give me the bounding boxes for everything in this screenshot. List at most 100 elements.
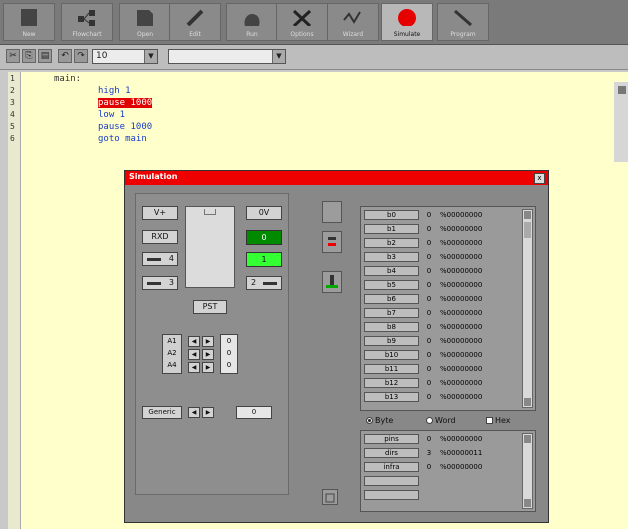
scroll-down-icon[interactable] <box>524 499 531 507</box>
options-button[interactable]: Options <box>276 3 328 41</box>
word-radio[interactable]: Word <box>426 416 456 425</box>
table-row[interactable]: b9 0 %00000000 <box>364 336 529 346</box>
hex-checkbox[interactable]: Hex <box>486 416 511 425</box>
table-row[interactable] <box>364 490 529 500</box>
copy-icon[interactable]: ⎘ <box>22 49 36 63</box>
paste-icon[interactable]: ▤ <box>38 49 52 63</box>
v-plus-button[interactable]: V+ <box>142 206 178 220</box>
main-toolbar: New Flowchart Open Edit Run Options Wiza… <box>0 0 628 45</box>
flowchart-icon <box>78 10 95 26</box>
scroll-up-icon[interactable] <box>524 211 531 219</box>
document-icon <box>137 10 153 26</box>
pin-3-button[interactable]: 3 <box>142 276 178 290</box>
pencil-icon <box>186 9 204 26</box>
special-register-scrollbar[interactable] <box>522 433 533 509</box>
table-row[interactable]: b4 0 %00000000 <box>364 266 529 276</box>
line-number: 6 <box>10 134 15 143</box>
reset-button[interactable] <box>322 231 342 253</box>
combo-select[interactable]: ▼ <box>168 49 286 64</box>
table-row[interactable]: b10 0 %00000000 <box>364 350 529 360</box>
radio-icon <box>426 417 433 424</box>
checkbox-icon <box>486 417 493 424</box>
table-row[interactable]: b1 0 %00000000 <box>364 224 529 234</box>
switch-icon <box>147 282 161 285</box>
analog-values: 0 0 0 <box>220 334 238 374</box>
wizard-button[interactable]: Wizard <box>327 3 379 41</box>
scroll-up-icon[interactable] <box>618 86 626 94</box>
simulate-button[interactable]: Simulate <box>381 3 433 41</box>
analog-value: 0 <box>226 337 232 345</box>
output-0-led[interactable]: 0 <box>246 230 282 245</box>
switch-icon <box>263 282 277 285</box>
close-icon[interactable]: x <box>534 173 545 184</box>
tools-icon <box>292 9 312 26</box>
a4-increase-icon[interactable]: ▶ <box>202 362 214 373</box>
table-row[interactable]: b8 0 %00000000 <box>364 322 529 332</box>
table-row[interactable]: dirs 3 %00000011 <box>364 448 529 458</box>
a2-decrease-icon[interactable]: ◀ <box>188 349 200 360</box>
line-number: 5 <box>10 122 15 131</box>
output-1-led[interactable]: 1 <box>246 252 282 267</box>
code-line: low 1 <box>98 110 126 120</box>
run-button[interactable]: Run <box>226 3 278 41</box>
open-button[interactable]: Open <box>119 3 171 41</box>
byte-radio[interactable]: Byte <box>366 416 393 425</box>
code-line: high 1 <box>98 86 131 96</box>
simulation-title-bar[interactable]: Simulation x <box>125 171 548 185</box>
chevron-down-icon[interactable]: ▼ <box>144 50 157 63</box>
register-grid: b0 0 %00000000 b1 0 %00000000 b2 0 %00000000 b… <box>360 206 536 411</box>
line-number: 2 <box>10 86 15 95</box>
scroll-down-icon[interactable] <box>524 398 531 406</box>
generic-decrease-icon[interactable]: ◀ <box>188 407 200 418</box>
table-row[interactable]: b7 0 %00000000 <box>364 308 529 318</box>
a4-decrease-icon[interactable]: ◀ <box>188 362 200 373</box>
analog-value: 0 <box>226 349 232 357</box>
chevron-down-icon[interactable]: ▼ <box>272 50 285 63</box>
table-row[interactable]: pins 0 %00000000 <box>364 434 529 444</box>
generic-value: 0 <box>236 406 272 419</box>
help-button[interactable] <box>322 489 338 505</box>
program-button[interactable]: Program <box>437 3 489 41</box>
pin-2-button[interactable]: 2 <box>246 276 282 290</box>
new-button[interactable]: New <box>3 3 55 41</box>
generic-button[interactable]: Generic <box>142 406 182 419</box>
table-row[interactable]: b13 0 %00000000 <box>364 392 529 402</box>
a2-increase-icon[interactable]: ▶ <box>202 349 214 360</box>
table-row[interactable]: b12 0 %00000000 <box>364 378 529 388</box>
generic-increase-icon[interactable]: ▶ <box>202 407 214 418</box>
radio-selected-icon <box>366 417 373 424</box>
scroll-up-icon[interactable] <box>524 435 531 443</box>
hand-icon <box>244 14 260 26</box>
input-switch-button[interactable] <box>322 271 342 293</box>
register-scrollbar[interactable] <box>522 209 533 408</box>
chip-notch <box>204 209 216 215</box>
edit-button[interactable]: Edit <box>169 3 221 41</box>
chip-panel: V+ 0V RXD 0 4 1 3 2 PST A1 A2 A4 ◀ ▶ ◀ ▶ <box>135 193 289 495</box>
table-row[interactable]: b6 0 %00000000 <box>364 294 529 304</box>
a1-increase-icon[interactable]: ▶ <box>202 336 214 347</box>
special-register-grid: pins 0 %00000000 dirs 3 %00000011 infra 0 %000… <box>360 430 536 512</box>
rxd-button[interactable]: RXD <box>142 230 178 244</box>
undo-icon[interactable]: ↶ <box>58 49 72 63</box>
font-size-select[interactable]: 10 ▼ <box>92 49 158 64</box>
table-row[interactable]: b5 0 %00000000 <box>364 280 529 290</box>
pin-4-button[interactable]: 4 <box>142 252 178 266</box>
analog-value: 0 <box>226 361 232 369</box>
flowchart-button[interactable]: Flowchart <box>61 3 113 41</box>
table-row[interactable] <box>364 476 529 486</box>
switch-icon <box>326 275 338 288</box>
a1-decrease-icon[interactable]: ◀ <box>188 336 200 347</box>
table-row[interactable]: b11 0 %00000000 <box>364 364 529 374</box>
cut-icon[interactable]: ✂ <box>6 49 20 63</box>
redo-icon[interactable]: ↷ <box>74 49 88 63</box>
pst-button[interactable]: PST <box>193 300 227 314</box>
scroll-thumb[interactable] <box>524 222 531 238</box>
microcontroller-chip <box>185 206 235 288</box>
table-row[interactable]: infra 0 %00000000 <box>364 462 529 472</box>
table-row[interactable]: b3 0 %00000000 <box>364 252 529 262</box>
table-row[interactable]: b2 0 %00000000 <box>364 238 529 248</box>
blank-button[interactable] <box>322 201 342 223</box>
table-row[interactable]: b0 0 %00000000 <box>364 210 529 220</box>
editor-scrollbar[interactable] <box>614 82 628 162</box>
zero-v-button[interactable]: 0V <box>246 206 282 220</box>
